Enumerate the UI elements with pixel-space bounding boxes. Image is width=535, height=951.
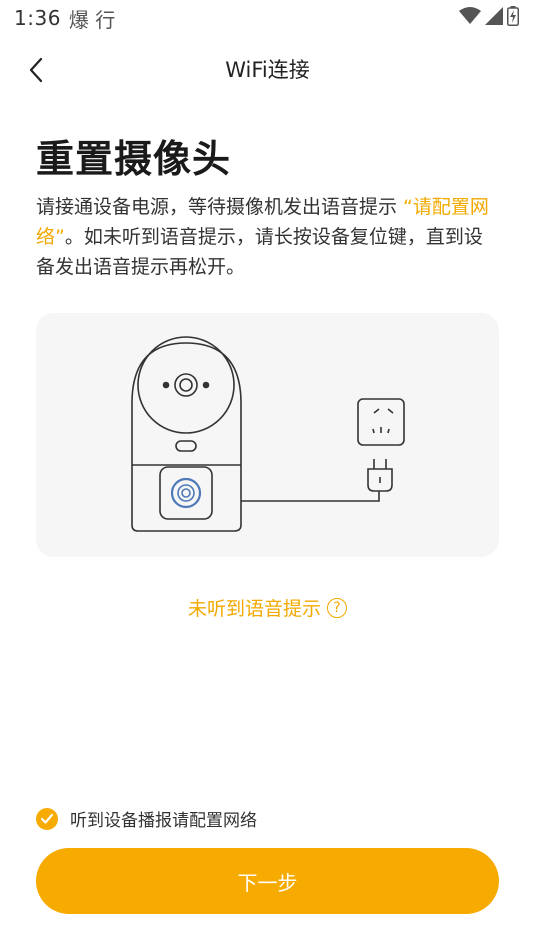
status-bar: 1:36 爆 行 [0,0,535,36]
status-time: 1:36 [14,6,61,30]
power-outlet-illustration [357,398,405,446]
signal-icon [485,7,503,29]
instruction-part2: 。如未听到语音提示，请长按设备复位键，直到设备发出语音提示再松开。 [36,226,483,278]
page-title: 重置摄像头 [36,137,232,181]
instruction-text: 请接通设备电源，等待摄像机发出语音提示 “请配置网络”。如未听到语音提示，请长按… [36,192,496,282]
not-heard-help-link[interactable]: 未听到语音提示 ? [0,594,535,621]
header-title: WiFi连接 [225,58,310,82]
wifi-icon [459,7,481,29]
app-header: WiFi连接 [0,44,535,94]
confirm-label: 听到设备播报请配置网络 [70,811,257,831]
question-circle-icon: ? [327,597,347,618]
next-button[interactable]: 下一步 [36,848,499,914]
power-plug-illustration [367,459,393,492]
confirm-checkbox[interactable]: 听到设备播报请配置网络 [36,806,257,831]
checkmark-icon [36,807,58,830]
camera-illustration [131,336,380,532]
page: 1:36 爆 行 WiFi连接 重置摄像头 请接通设备电源，等待摄像机发出语音提… [0,0,535,951]
instruction-part1: 请接通设备电源，等待摄像机发出语音提示 [36,196,404,218]
battery-icon [507,6,519,30]
not-heard-label: 未听到语音提示 [187,598,321,620]
illustration-card [36,313,499,557]
status-app-indicator: 爆 行 [68,7,116,32]
status-icons [459,6,519,30]
